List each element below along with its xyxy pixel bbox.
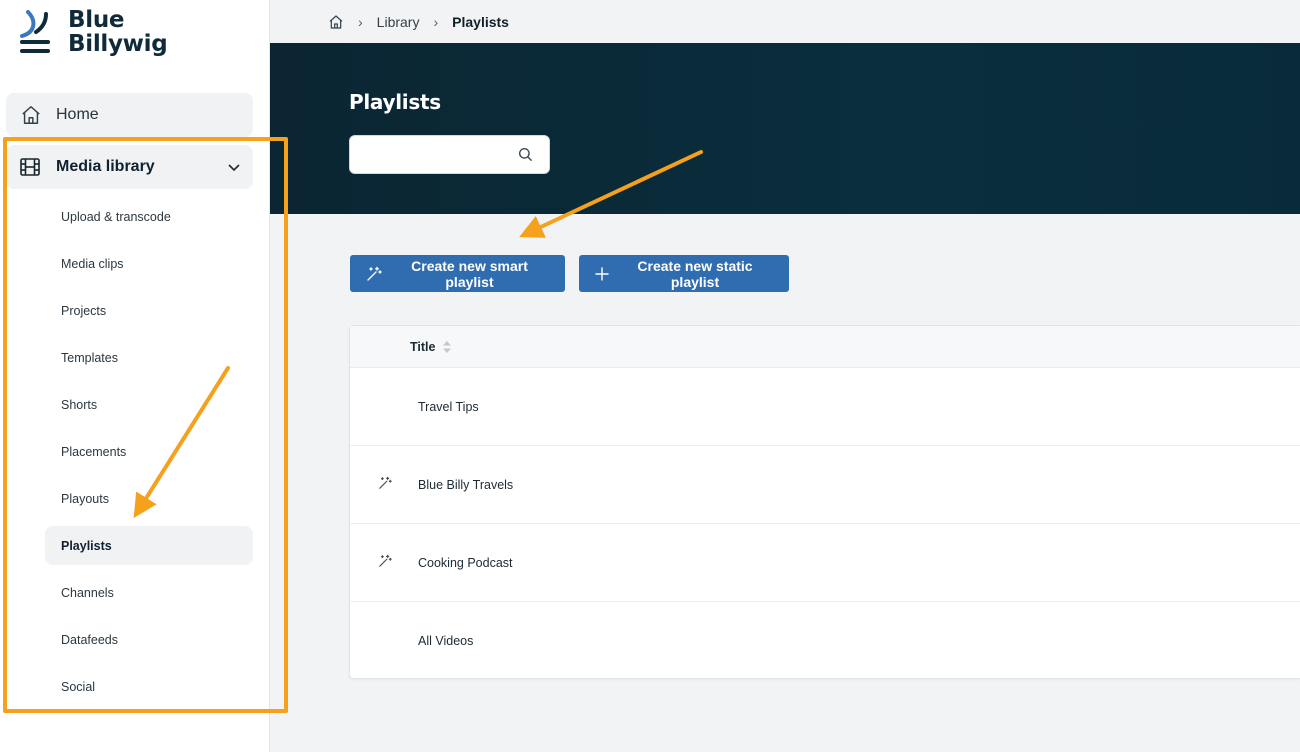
page-title: Playlists bbox=[349, 90, 441, 114]
sidebar-item-upload-transcode[interactable]: Upload & transcode bbox=[45, 193, 253, 240]
sidebar-item-media-clips[interactable]: Media clips bbox=[45, 240, 253, 287]
search-icon[interactable] bbox=[518, 147, 533, 162]
brand-line-1: Blue bbox=[68, 7, 125, 33]
sidebar-item-shorts[interactable]: Shorts bbox=[45, 381, 253, 428]
magic-wand-icon bbox=[378, 476, 392, 495]
sidebar-item-datafeeds[interactable]: Datafeeds bbox=[45, 616, 253, 663]
sort-icon[interactable] bbox=[443, 340, 452, 353]
sidebar-item-home-label: Home bbox=[56, 106, 99, 123]
page-header: Playlists bbox=[270, 43, 1300, 214]
sidebar: Blue Billywig Home Media library Upload … bbox=[0, 0, 270, 752]
table-row[interactable]: Travel Tips bbox=[350, 368, 1300, 446]
logo-mark-icon bbox=[20, 10, 50, 53]
sidebar-item-templates[interactable]: Templates bbox=[45, 334, 253, 381]
sidebar-item-playouts[interactable]: Playouts bbox=[45, 475, 253, 522]
row-title[interactable]: All Videos bbox=[418, 634, 473, 648]
plus-icon bbox=[595, 266, 609, 281]
magic-wand-icon bbox=[366, 266, 382, 282]
magic-wand-icon bbox=[378, 554, 392, 573]
table-row[interactable]: Blue Billy Travels bbox=[350, 446, 1300, 524]
home-icon bbox=[22, 106, 40, 124]
brand-line-2: Billywig bbox=[68, 31, 168, 57]
breadcrumb-chevron-icon: › bbox=[358, 13, 363, 30]
table-row[interactable]: All Videos bbox=[350, 602, 1300, 680]
row-title[interactable]: Blue Billy Travels bbox=[418, 478, 513, 492]
sidebar-item-home[interactable]: Home bbox=[6, 93, 253, 137]
table-row[interactable]: Cooking Podcast bbox=[350, 524, 1300, 602]
sidebar-item-placements[interactable]: Placements bbox=[45, 428, 253, 475]
breadcrumb-current: Playlists bbox=[452, 13, 509, 30]
search-input[interactable] bbox=[350, 136, 500, 173]
row-title[interactable]: Cooking Podcast bbox=[418, 556, 513, 570]
media-library-submenu: Upload & transcode Media clips Projects … bbox=[45, 193, 253, 710]
create-static-playlist-button[interactable]: Create new static playlist bbox=[579, 255, 789, 292]
film-icon bbox=[20, 158, 40, 176]
breadcrumb-library[interactable]: Library bbox=[377, 14, 420, 30]
sidebar-item-playlists[interactable]: Playlists bbox=[45, 526, 253, 565]
table-header: Title bbox=[350, 326, 1300, 368]
column-header-title[interactable]: Title bbox=[410, 340, 435, 354]
sidebar-item-media-library[interactable]: Media library bbox=[6, 145, 253, 189]
sidebar-item-channels[interactable]: Channels bbox=[45, 569, 253, 616]
playlists-table: Title Travel Tips Blue Billy Travels Coo… bbox=[349, 325, 1300, 679]
chevron-down-icon[interactable] bbox=[227, 160, 241, 174]
search-box bbox=[349, 135, 550, 174]
brand-logo[interactable]: Blue Billywig bbox=[18, 7, 168, 57]
create-smart-playlist-label: Create new smart playlist bbox=[411, 257, 528, 290]
home-icon[interactable] bbox=[328, 14, 344, 30]
create-smart-playlist-button[interactable]: Create new smart playlist bbox=[350, 255, 565, 292]
row-title[interactable]: Travel Tips bbox=[418, 400, 479, 414]
sidebar-item-projects[interactable]: Projects bbox=[45, 287, 253, 334]
breadcrumb: › Library › Playlists bbox=[270, 0, 1300, 43]
create-static-playlist-label: Create new static playlist bbox=[637, 257, 753, 290]
sidebar-item-media-library-label: Media library bbox=[56, 158, 155, 175]
sidebar-item-social[interactable]: Social bbox=[45, 663, 253, 710]
breadcrumb-chevron-icon: › bbox=[433, 13, 439, 30]
